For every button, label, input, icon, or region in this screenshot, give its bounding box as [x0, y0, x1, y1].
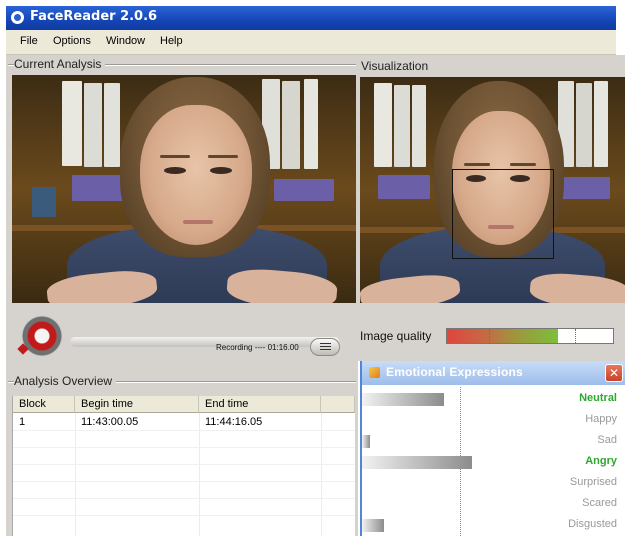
emotion-window-icon — [369, 367, 380, 378]
list-icon — [320, 343, 331, 344]
image-quality-bar — [446, 328, 614, 344]
title-bar[interactable]: FaceReader 2.0.6 — [6, 6, 616, 30]
menu-options[interactable]: Options — [53, 35, 91, 47]
playback-bar: Recording ---- 01:16.00 — [12, 307, 356, 369]
image-quality-label: Image quality — [360, 329, 432, 343]
close-icon[interactable]: ✕ — [605, 364, 623, 382]
list-view-button[interactable] — [310, 338, 340, 356]
app-logo-icon — [11, 11, 24, 24]
menu-file[interactable]: File — [20, 35, 38, 47]
emotion-bar-disgusted — [362, 519, 384, 532]
recording-track — [70, 337, 340, 347]
emotion-bar-sad — [362, 435, 370, 448]
emotion-label-surprised: Surprised — [569, 476, 617, 488]
col-header-begin-time[interactable]: Begin time — [75, 396, 199, 413]
emotional-expressions-window: Emotional Expressions ✕ Neutral Happy Sad A… — [360, 361, 625, 536]
emotion-bar-neutral — [362, 393, 444, 406]
emotion-label-disgusted: Disgusted — [568, 518, 617, 530]
emotion-label-angry: Angry — [585, 455, 617, 467]
recording-status: Recording ---- 01:16.00 — [216, 343, 299, 352]
menu-help[interactable]: Help — [160, 35, 183, 47]
col-header-block[interactable]: Block — [13, 396, 75, 413]
face-detection-box — [452, 169, 554, 259]
window-title: FaceReader 2.0.6 — [30, 9, 158, 24]
visualization-video — [360, 77, 625, 303]
col-header-end-time[interactable]: End time — [199, 396, 321, 413]
emotion-label-neutral: Neutral — [579, 392, 617, 404]
emotional-expressions-title: Emotional Expressions — [386, 365, 523, 379]
emotion-bar-angry — [362, 456, 472, 469]
current-analysis-video — [12, 75, 356, 303]
analysis-table[interactable]: Block Begin time End time 1 11:43:00.05 … — [12, 396, 355, 536]
emotional-expressions-titlebar[interactable]: Emotional Expressions ✕ — [362, 361, 625, 385]
visualization-title: Visualization — [361, 59, 429, 73]
cell-block: 1 — [19, 416, 26, 428]
analysis-overview-title: Analysis Overview — [14, 374, 117, 388]
menu-bar: File Options Window Help — [6, 30, 616, 55]
menu-window[interactable]: Window — [106, 35, 145, 47]
image-quality-fill — [447, 329, 558, 343]
current-analysis-title: Current Analysis — [14, 57, 106, 71]
cell-end-time: 11:44:16.05 — [205, 416, 263, 428]
emotion-label-happy: Happy — [585, 413, 617, 425]
record-button[interactable] — [21, 315, 63, 357]
cell-begin-time: 11:43:00.05 — [81, 416, 139, 428]
emotion-label-scared: Scared — [582, 497, 617, 509]
emotion-label-sad: Sad — [597, 434, 617, 446]
col-header-empty — [321, 396, 355, 413]
